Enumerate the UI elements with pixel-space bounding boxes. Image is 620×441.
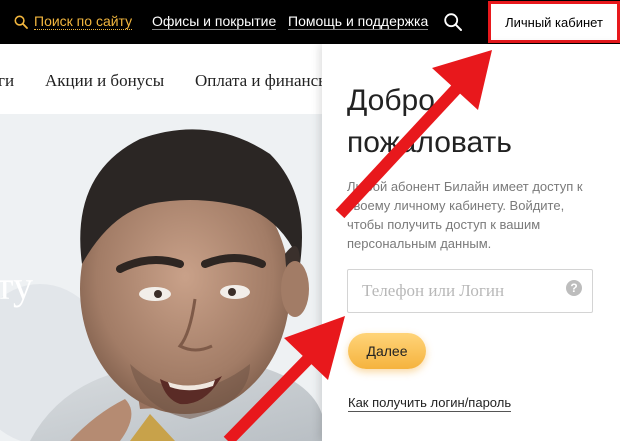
panel-title: Добро пожаловать — [347, 84, 512, 159]
top-bar: Поиск по сайту Офисы и покрытие Помощь и… — [0, 0, 620, 44]
page: Поиск по сайту Офисы и покрытие Помощь и… — [0, 0, 620, 441]
help-support-link[interactable]: Помощь и поддержка — [288, 13, 429, 30]
secondary-nav: ги Акции и бонусы Оплата и финансы — [0, 44, 330, 114]
recover-credentials-link[interactable]: Как получить логин/пароль — [348, 395, 512, 412]
hero-banner: ту — [0, 114, 322, 441]
phone-or-login-input[interactable] — [347, 269, 593, 313]
login-panel: Добро пожаловать Любой абонент Билайн им… — [322, 44, 620, 441]
hero-portrait-image — [0, 114, 322, 441]
hero-partial-heading: ту — [0, 263, 33, 308]
search-icon — [444, 13, 462, 31]
offices-link[interactable]: Офисы и покрытие — [152, 13, 277, 30]
site-search-link[interactable]: Поиск по сайту — [14, 13, 133, 30]
search-icon — [14, 14, 28, 29]
help-icon[interactable]: ? — [566, 280, 582, 296]
site-search-label: Поиск по сайту — [34, 13, 133, 30]
nav-item-promotions[interactable]: Акции и бонусы — [45, 71, 164, 91]
nav-item-partial[interactable]: ги — [0, 71, 14, 91]
next-button[interactable]: Далее — [348, 333, 426, 369]
nav-item-payment[interactable]: Оплата и финансы — [195, 71, 330, 91]
panel-description: Любой абонент Билайн имеет доступ к свое… — [347, 179, 583, 251]
search-button[interactable] — [443, 12, 463, 32]
personal-cabinet-button[interactable]: Личный кабинет — [488, 1, 620, 43]
